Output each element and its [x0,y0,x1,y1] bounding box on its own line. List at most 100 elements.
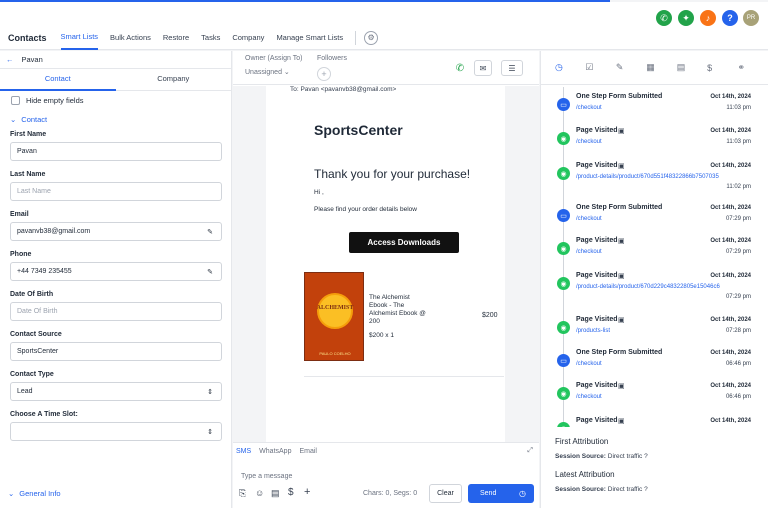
contact-source-input[interactable]: SportsCenter [10,342,222,361]
date-of-birth-input[interactable]: Date Of Birth [10,302,222,321]
tab-sms[interactable]: SMS [236,448,251,455]
back-arrow-icon[interactable]: ← [6,55,14,64]
expand-icon[interactable]: ⤢ [527,447,533,455]
select-arrows-icon: ⇕ [207,428,213,436]
event-link[interactable]: /product-details/product/670d551f4832286… [576,174,719,180]
clock-icon[interactable]: ◷ [555,62,585,73]
product-price: $200 [482,312,498,319]
phone-input[interactable]: +44 7349 235455 ✎ [10,262,222,281]
template-icon[interactable]: ▤ [271,488,280,499]
field-label: Date Of Birth [10,291,54,298]
tasks-icon[interactable]: ☑ [585,62,615,73]
event-date: Oct 14th, 2024 [710,418,751,424]
phone-icon[interactable]: ✆ [656,10,672,26]
clear-button[interactable]: Clear [429,484,462,503]
event-time: 07:29 pm [725,216,751,222]
plus-icon[interactable]: + [304,486,310,498]
attachment-icon[interactable]: ⎘ [239,488,246,499]
edit-pencil-icon[interactable]: ✎ [207,268,213,276]
hide-empty-checkbox[interactable] [11,96,20,105]
field-phone: Phone +44 7349 235455 ✎ [0,248,231,281]
hide-empty-row[interactable]: Hide empty fields [0,91,231,110]
bell-icon[interactable]: ♪ [700,10,716,26]
tab-contact[interactable]: Contact [0,69,116,91]
gear-icon[interactable]: ⚙ [364,30,379,45]
schedule-icon[interactable]: ◷ [519,489,526,498]
event-date: Oct 14th, 2024 [710,205,751,211]
contact-type-select[interactable]: Lead ⇕ [10,382,222,401]
add-follower-icon[interactable]: + [317,67,331,81]
event-link[interactable]: /product-details/product/670d229c4832280… [576,284,720,290]
clipboard-icon[interactable]: ▣ [618,316,625,324]
event-link[interactable]: /checkout [576,139,602,145]
mail-icon[interactable]: ✉ [474,60,492,76]
time-slot-select[interactable]: ⇕ [10,422,222,441]
event-link[interactable]: /checkout [576,361,602,367]
event-time: 11:02 pm [726,184,751,190]
clipboard-icon[interactable]: ▣ [618,417,625,425]
page-visit-icon: ◉ [557,387,570,400]
clipboard-icon[interactable]: ▣ [618,162,625,170]
general-info-toggle[interactable]: ⌄ General Info [0,489,61,498]
email-input[interactable]: pavanvb38@gmail.com ✎ [10,222,222,241]
edit-pencil-icon[interactable]: ✎ [207,228,213,236]
dollar-icon[interactable]: $ [288,487,294,498]
email-heading: Thank you for your purchase! [314,167,471,181]
nav-smart-lists[interactable]: Smart Lists [60,26,99,50]
contact-section-toggle[interactable]: ⌄ Contact [0,110,231,128]
field-time-slot: Choose A Time Slot: ⇕ [0,408,231,441]
event-date: Oct 14th, 2024 [710,350,751,356]
event-title: Page Visited [576,382,618,389]
event-link[interactable]: /checkout [576,394,602,400]
event-link[interactable]: /checkout [576,105,602,111]
latest-attribution-source: Session Source: Direct traffic ? [555,486,648,493]
field-value: Pavan [17,148,37,155]
clipboard-icon[interactable]: ▣ [618,127,625,135]
page-visit-icon: ◉ [557,242,570,255]
send-button[interactable]: Send ◷ [468,484,534,503]
page-visit-icon: ◉ [557,277,570,290]
calendar-icon[interactable]: ▦ [646,62,676,73]
workflow-icon[interactable]: ⚭ [738,62,768,73]
message-input[interactable]: Type a message [241,473,292,480]
tab-email[interactable]: Email [299,448,317,455]
nav-restore[interactable]: Restore [163,26,189,50]
clipboard-icon[interactable]: ▣ [618,237,625,245]
tab-company[interactable]: Company [115,69,231,91]
tab-whatsapp[interactable]: WhatsApp [259,448,291,455]
emoji-icon[interactable]: ☺ [255,488,264,498]
event-title: Page Visited [576,316,618,323]
chevron-down-icon: ⌄ [8,489,15,498]
help-icon[interactable]: ? [644,486,648,493]
phone-icon[interactable]: ✆ [451,60,469,76]
event-date: Oct 14th, 2024 [710,273,751,279]
notes-icon[interactable]: ✎ [616,62,646,73]
nav-company[interactable]: Company [232,26,264,50]
owner-select[interactable]: Unassigned ⌄ [245,68,290,76]
email-brand: SportsCenter [314,122,403,138]
event-time: 11:03 pm [726,105,751,111]
megaphone-icon[interactable]: ✦ [678,10,694,26]
field-label: Phone [10,251,32,258]
last-name-input[interactable]: Last Name [10,182,222,201]
event-link[interactable]: /products-list [576,328,610,334]
help-icon[interactable]: ? [644,453,648,460]
payments-icon[interactable]: $ [707,63,737,73]
access-downloads-button[interactable]: Access Downloads [349,232,459,253]
help-icon[interactable]: ? [722,10,738,26]
contact-name: Pavan [21,55,43,64]
event-link[interactable]: /checkout [576,249,602,255]
filter-icon[interactable]: ☰ [501,60,523,76]
nav-manage-smart-lists[interactable]: Manage Smart Lists [276,26,343,50]
event-link[interactable]: /checkout [576,216,602,222]
first-name-input[interactable]: Pavan [10,142,222,161]
document-icon[interactable]: ▤ [677,62,707,73]
field-last-name: Last Name Last Name [0,168,231,201]
nav-tasks[interactable]: Tasks [201,26,220,50]
clipboard-icon[interactable]: ▣ [618,272,625,280]
avatar[interactable]: PR [743,10,759,26]
field-email: Email pavanvb38@gmail.com ✎ [0,208,231,241]
contact-details-panel: ← Pavan Contact Company Hide empty field… [0,51,232,508]
clipboard-icon[interactable]: ▣ [618,382,625,390]
nav-bulk-actions[interactable]: Bulk Actions [110,26,151,50]
